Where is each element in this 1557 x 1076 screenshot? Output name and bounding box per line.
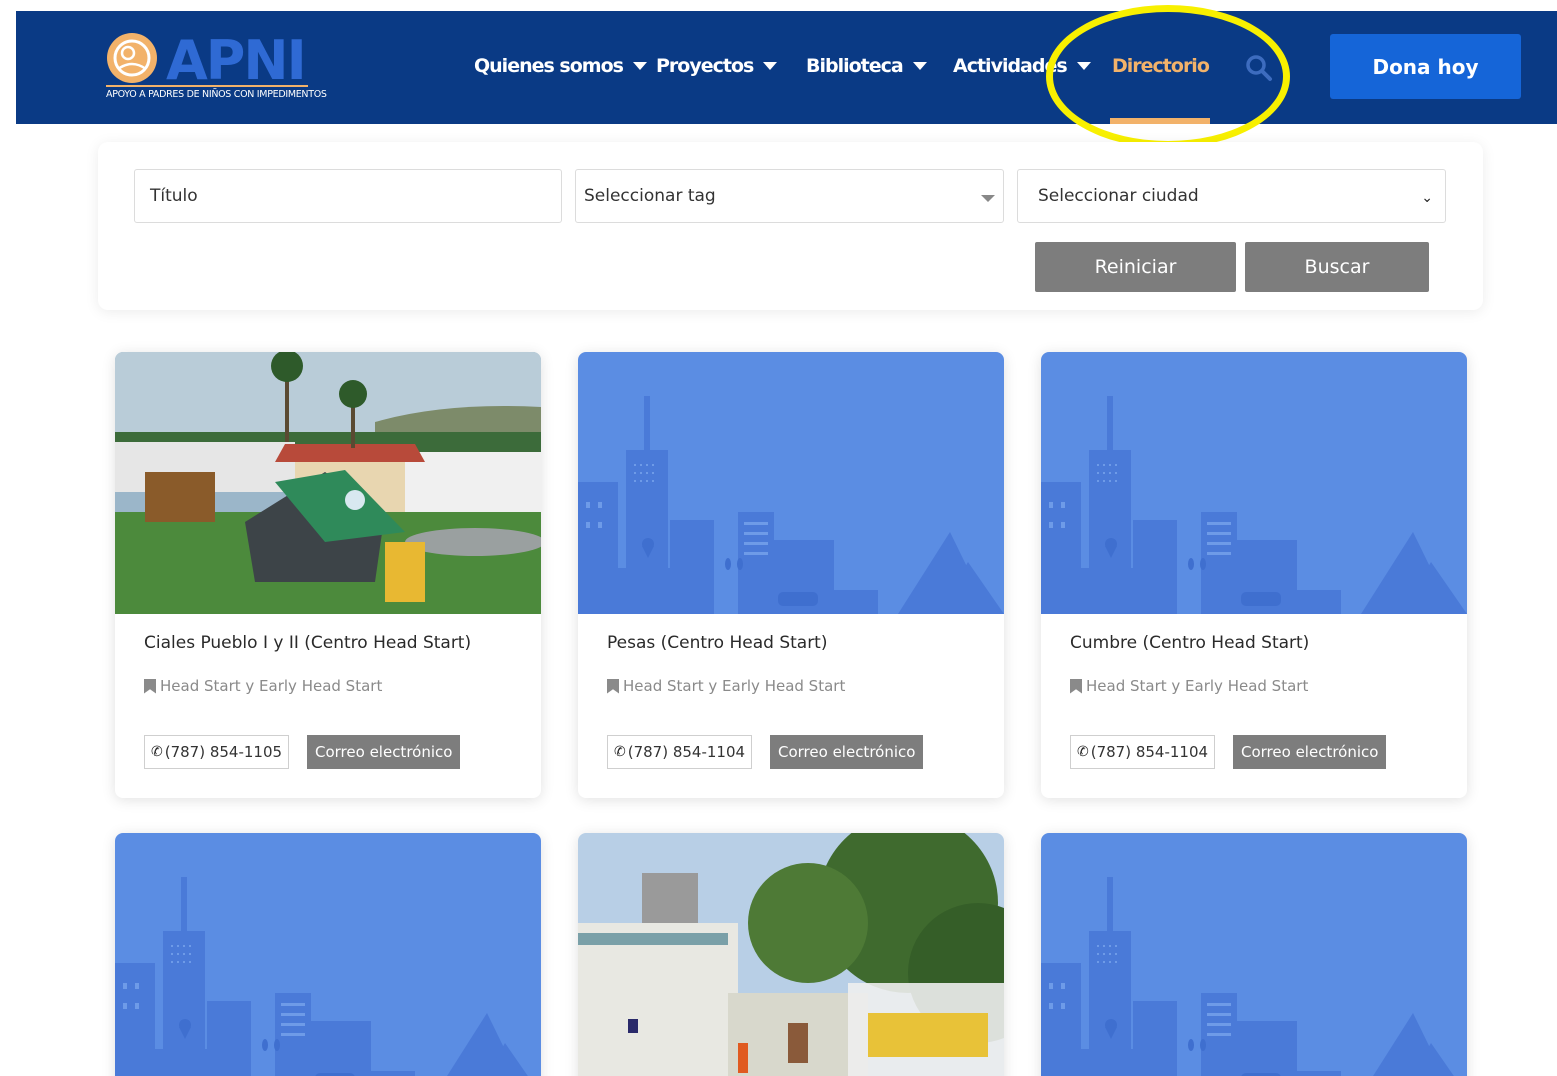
directory-card[interactable]: Cumbre (Centro Head Start) Head Start y … — [1041, 352, 1467, 798]
directory-card[interactable] — [115, 833, 541, 1076]
search-submit-button[interactable]: Buscar — [1245, 242, 1429, 292]
city-placeholder-image — [1041, 352, 1467, 614]
building-photo — [578, 833, 1004, 1076]
card-tag-label: Head Start y Early Head Start — [1086, 677, 1309, 695]
city-select[interactable]: Seleccionar ciudad ⌄ — [1017, 169, 1446, 223]
nav-label: Directorio — [1112, 55, 1210, 77]
phone-number: (787) 854-1105 — [164, 743, 283, 761]
phone-button[interactable]: ✆ (787) 854-1104 — [607, 735, 753, 769]
search-icon — [1246, 55, 1272, 81]
reset-button[interactable]: Reiniciar — [1035, 242, 1236, 292]
nav-actividades[interactable]: Actividades — [953, 55, 1091, 77]
directory-card[interactable]: Pesas (Centro Head Start) Head Start y E… — [578, 352, 1004, 798]
card-title: Pesas (Centro Head Start) — [607, 633, 828, 653]
phone-button[interactable]: ✆ (787) 854-1104 — [1070, 735, 1216, 769]
logo-wordmark: APNI — [166, 29, 307, 92]
nav-label: Biblioteca — [806, 55, 904, 77]
search-button[interactable] — [1244, 53, 1274, 83]
logo-mark-icon — [107, 33, 157, 83]
apni-logo[interactable]: APNI APOYO A PADRES DE NIÑOS CON IMPEDIM… — [104, 29, 327, 111]
logo-tagline: APOYO A PADRES DE NIÑOS CON IMPEDIMENTOS — [106, 89, 327, 100]
card-title: Ciales Pueblo I y II (Centro Head Start) — [144, 633, 472, 653]
phone-button[interactable]: ✆ (787) 854-1105 — [144, 735, 290, 769]
title-input-placeholder: Título — [150, 186, 198, 206]
caret-down-icon — [763, 62, 778, 70]
tag-select-value: Seleccionar tag — [584, 186, 716, 206]
directory-card[interactable] — [1041, 833, 1467, 1076]
city-placeholder-image — [115, 833, 541, 1076]
nav-quienes-somos[interactable]: Quienes somos — [474, 55, 647, 77]
caret-down-icon — [632, 62, 647, 70]
bookmark-icon — [144, 678, 156, 694]
page: APNI APOYO A PADRES DE NIÑOS CON IMPEDIM… — [0, 0, 1557, 1076]
card-tag-label: Head Start y Early Head Start — [160, 677, 383, 695]
email-button[interactable]: Correo electrónico — [307, 735, 461, 769]
directory-card[interactable] — [578, 833, 1004, 1076]
phone-number: (787) 854-1104 — [627, 743, 746, 761]
directory-card[interactable]: Ciales Pueblo I y II (Centro Head Start)… — [115, 352, 541, 798]
card-tag: Head Start y Early Head Start — [607, 677, 845, 695]
city-select-value: Seleccionar ciudad — [1038, 186, 1199, 206]
playground-photo — [115, 352, 541, 614]
dropdown-arrow-icon — [981, 195, 995, 202]
email-button[interactable]: Correo electrónico — [1233, 735, 1387, 769]
tag-select[interactable]: Seleccionar tag — [575, 169, 1004, 223]
nav-directorio[interactable]: Directorio — [1112, 55, 1210, 77]
phone-icon: ✆ — [614, 744, 626, 760]
caret-down-icon — [912, 62, 927, 70]
nav-label: Quienes somos — [474, 55, 624, 77]
bookmark-icon — [607, 678, 619, 694]
nav-proyectos[interactable]: Proyectos — [656, 55, 778, 77]
chevron-down-icon: ⌄ — [1421, 190, 1433, 206]
card-title: Cumbre (Centro Head Start) — [1070, 633, 1310, 653]
bookmark-icon — [1070, 678, 1082, 694]
card-tag: Head Start y Early Head Start — [1070, 677, 1308, 695]
donate-button[interactable]: Dona hoy — [1330, 34, 1521, 99]
title-search-input[interactable]: Título — [134, 169, 562, 223]
card-tag-label: Head Start y Early Head Start — [623, 677, 846, 695]
phone-icon: ✆ — [151, 744, 163, 760]
active-nav-indicator — [1110, 118, 1210, 124]
city-placeholder-image — [578, 352, 1004, 614]
nav-label: Actividades — [953, 55, 1068, 77]
email-button[interactable]: Correo electrónico — [770, 735, 924, 769]
logo-divider — [106, 85, 308, 87]
phone-icon: ✆ — [1077, 744, 1089, 760]
filter-panel: Título Seleccionar tag Seleccionar ciuda… — [98, 142, 1483, 310]
phone-number: (787) 854-1104 — [1090, 743, 1209, 761]
card-tag: Head Start y Early Head Start — [144, 677, 382, 695]
city-placeholder-image — [1041, 833, 1467, 1076]
nav-biblioteca[interactable]: Biblioteca — [806, 55, 927, 77]
nav-label: Proyectos — [656, 55, 754, 77]
caret-down-icon — [1076, 62, 1091, 70]
site-header: APNI APOYO A PADRES DE NIÑOS CON IMPEDIM… — [16, 11, 1557, 124]
